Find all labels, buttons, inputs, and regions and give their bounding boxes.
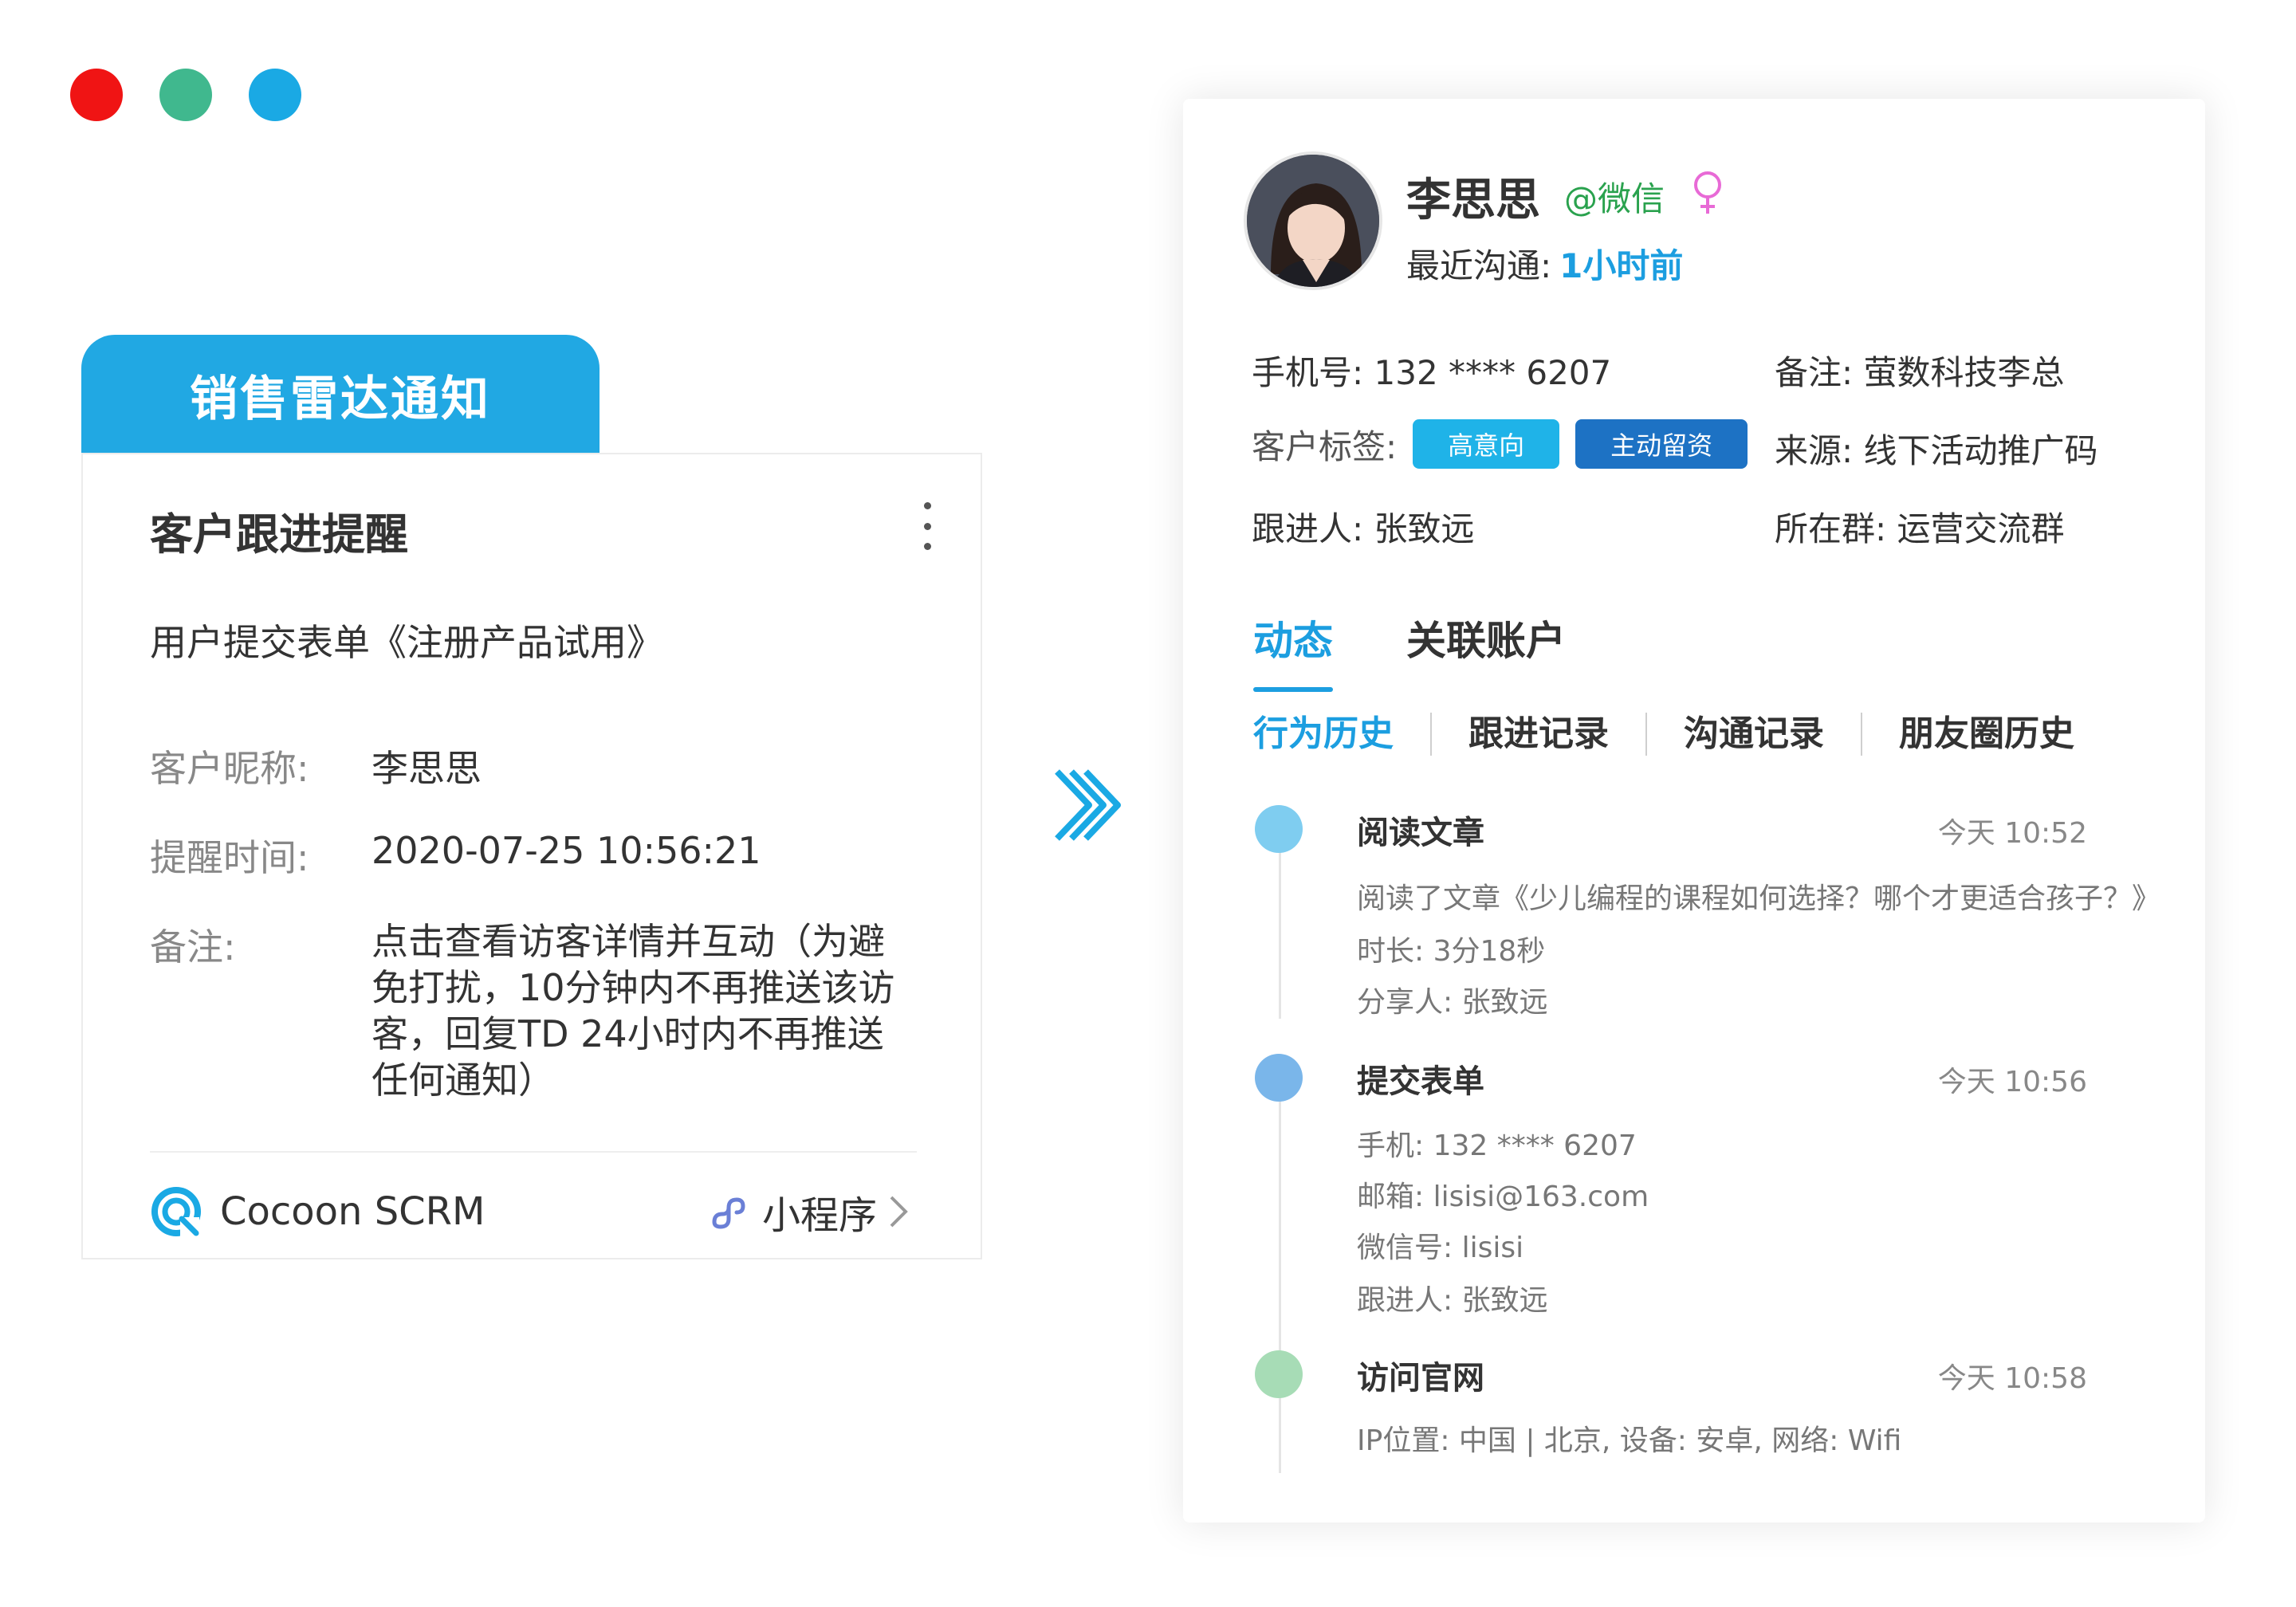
- more-options-icon[interactable]: [922, 502, 933, 550]
- wechat-channel: @微信: [1564, 179, 1665, 218]
- timeline-dot: [1255, 1350, 1303, 1398]
- field-label: 提醒时间:: [150, 836, 309, 879]
- subtab-communication-records[interactable]: 沟通记录: [1645, 713, 1861, 756]
- tag-active-lead[interactable]: 主动留资: [1575, 419, 1748, 469]
- mini-program-link[interactable]: 小程序: [706, 1184, 922, 1240]
- double-chevron-arrow-icon: [1055, 769, 1121, 841]
- subtab-moments-history[interactable]: 朋友圈历史: [1861, 713, 2111, 756]
- group-info: 所在群: 运营交流群: [1775, 509, 2065, 548]
- tab-activity[interactable]: 动态: [1253, 609, 1333, 692]
- main-tabs: 动态 关联账户: [1253, 609, 1639, 692]
- timeline-dot: [1255, 1054, 1303, 1102]
- event-detail: 分享人: 张致远: [1357, 986, 1548, 1019]
- customer-name: 李思思: [1406, 175, 1540, 226]
- brand: Cocoon SCRM: [150, 1185, 485, 1238]
- event-detail: 邮箱: lisisi@163.com: [1357, 1181, 1649, 1213]
- field-label: 客户昵称:: [150, 747, 309, 790]
- event-detail: IP位置: 中国 | 北京, 设备: 安卓, 网络: Wifi: [1357, 1424, 1902, 1457]
- event-detail: 手机: 132 **** 6207: [1357, 1130, 1637, 1162]
- event-title: 阅读文章: [1357, 815, 1484, 851]
- event-time: 今天 10:58: [1937, 1362, 2087, 1395]
- event-detail: 时长: 3分18秒: [1357, 935, 1546, 968]
- notification-title: 客户跟进提醒: [150, 509, 408, 560]
- timeline-line: [1279, 1390, 1281, 1473]
- subtab-behavior-history[interactable]: 行为历史: [1253, 713, 1430, 756]
- recent-label: 最近沟通:: [1406, 246, 1552, 285]
- customer-tags: 客户标签: 高意向 主动留资: [1252, 419, 1748, 469]
- event-title: 访问官网: [1357, 1360, 1484, 1397]
- chevron-right-icon: [890, 1196, 908, 1228]
- maximize-window-dot[interactable]: [249, 69, 301, 121]
- cocoon-logo-icon: [151, 1187, 201, 1236]
- field-label: 备注:: [150, 925, 236, 969]
- event-detail: 跟进人: 张致远: [1357, 1284, 1548, 1317]
- source-info: 来源: 线下活动推广码: [1775, 431, 2098, 470]
- phone-info: 手机号: 132 **** 6207: [1252, 353, 1612, 392]
- recent-value: 1小时前: [1559, 246, 1684, 285]
- event-detail: 微信号: lisisi: [1357, 1232, 1524, 1264]
- brand-name: Cocoon SCRM: [220, 1189, 486, 1234]
- timeline-line: [1279, 845, 1281, 1019]
- mini-program-label: 小程序: [761, 1193, 877, 1238]
- field-value: 李思思: [372, 747, 482, 790]
- field-value: 2020-07-25 10:56:21: [372, 829, 761, 872]
- recent-contact: 最近沟通: 1小时前: [1406, 239, 1683, 288]
- event-detail[interactable]: 阅读了文章《少儿编程的课程如何选择？哪个才更适合孩子？》: [1357, 875, 2160, 917]
- minimize-window-dot[interactable]: [159, 69, 212, 121]
- tags-label: 客户标签:: [1252, 426, 1398, 466]
- sub-tabs: 行为历史 跟进记录 沟通记录 朋友圈历史: [1253, 713, 2111, 756]
- mini-program-icon: [712, 1197, 745, 1229]
- tag-high-intent[interactable]: 高意向: [1413, 419, 1560, 469]
- subtab-followup-records[interactable]: 跟进记录: [1430, 713, 1645, 756]
- notification-footer: Cocoon SCRM 小程序: [150, 1180, 922, 1244]
- event-time: 今天 10:56: [1937, 1066, 2087, 1098]
- notification-tab: 销售雷达通知: [81, 335, 600, 454]
- close-window-dot[interactable]: [70, 69, 123, 121]
- notification-card[interactable]: 客户跟进提醒 用户提交表单《注册产品试用》 客户昵称: 李思思 提醒时间: 20…: [81, 453, 982, 1259]
- notification-subtitle: 用户提交表单《注册产品试用》: [150, 621, 663, 664]
- tab-linked-accounts[interactable]: 关联账户: [1406, 609, 1566, 666]
- timeline-dot: [1255, 805, 1303, 853]
- customer-profile-card: 李思思 @微信 最近沟通: 1小时前 手机号: 132 **** 6207 备注:…: [1183, 99, 2205, 1523]
- field-value: 点击查看访客详情并互动（为避免打扰，10分钟内不再推送该访客，回复TD 24小时…: [372, 920, 895, 1102]
- divider: [150, 1151, 917, 1153]
- event-time: 今天 10:52: [1937, 817, 2087, 850]
- avatar[interactable]: [1244, 151, 1382, 290]
- note-info: 备注: 萤数科技李总: [1775, 353, 2065, 392]
- female-icon: [1694, 171, 1721, 214]
- event-title: 提交表单: [1357, 1063, 1484, 1100]
- follower-info: 跟进人: 张致远: [1252, 509, 1475, 548]
